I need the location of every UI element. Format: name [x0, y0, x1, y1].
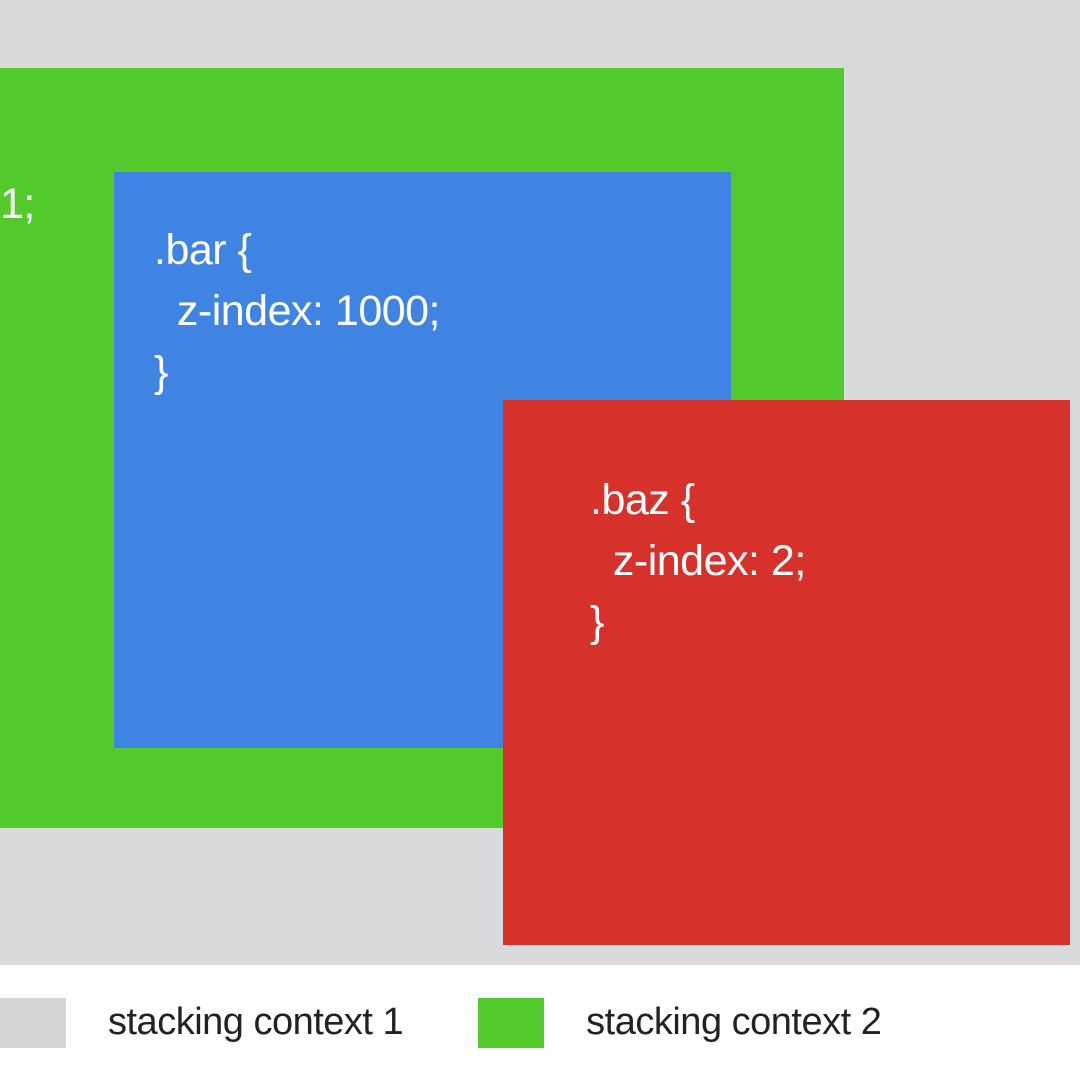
- baz-rule: z-index: 2;: [590, 537, 806, 585]
- foo-code-fragment: 1;: [0, 180, 35, 229]
- bar-close: }: [154, 348, 168, 396]
- bar-code-block: .bar { z-index: 1000; }: [154, 220, 440, 403]
- legend-swatch-gray: [0, 998, 66, 1048]
- legend-swatch-green: [478, 998, 544, 1048]
- legend-label-1: stacking context 1: [108, 1001, 403, 1044]
- baz-close: }: [590, 598, 604, 646]
- bar-selector: .bar {: [154, 226, 251, 274]
- diagram-canvas: 1; .bar { z-index: 1000; } .baz { z-inde…: [0, 0, 1080, 965]
- legend: stacking context 1 stacking context 2: [0, 965, 1080, 1080]
- legend-label-2: stacking context 2: [586, 1001, 881, 1044]
- bar-rule: z-index: 1000;: [154, 287, 440, 335]
- legend-item-2: stacking context 2: [478, 998, 881, 1048]
- legend-item-1: stacking context 1: [0, 998, 403, 1048]
- baz-selector: .baz {: [590, 476, 695, 524]
- baz-code-block: .baz { z-index: 2; }: [590, 470, 806, 653]
